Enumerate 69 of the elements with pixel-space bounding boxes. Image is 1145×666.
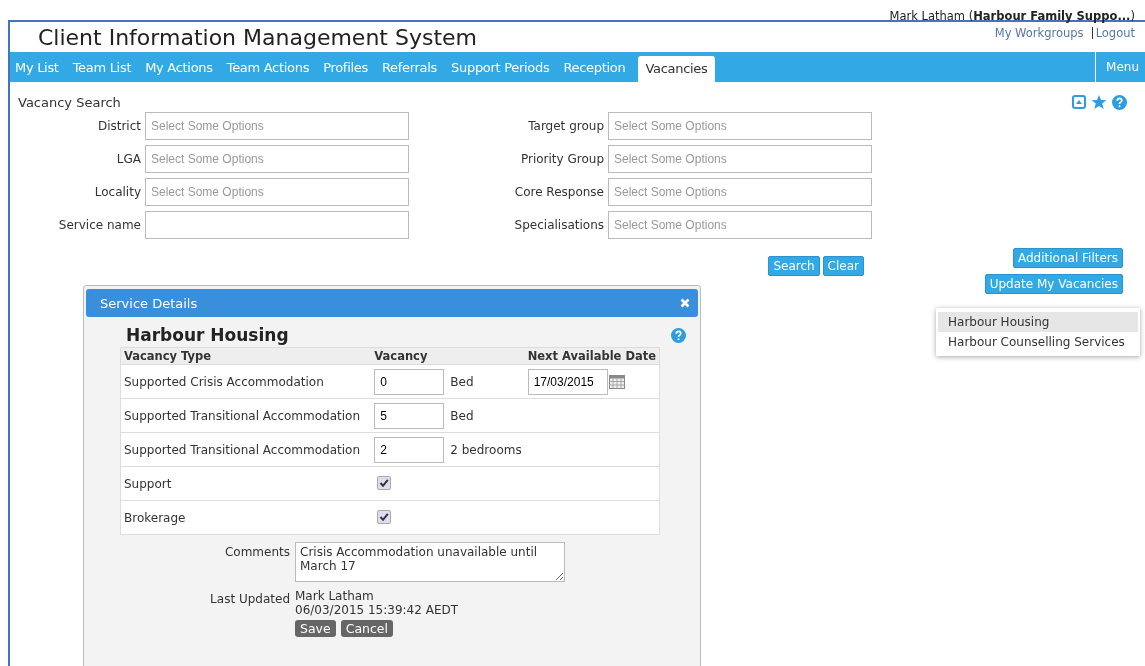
select-field[interactable]: Select Some Options [608, 112, 872, 140]
checkbox[interactable] [377, 476, 392, 490]
dropdown-item[interactable]: Harbour Counselling Services [938, 332, 1138, 352]
updated-by: Mark Latham [295, 589, 375, 603]
column-header: Vacancy [371, 347, 525, 365]
search-field[interactable] [145, 211, 409, 239]
vacancy-input[interactable]: 5 [374, 402, 445, 429]
vacancy-input[interactable]: 2 [374, 436, 445, 463]
unit-label: Bed [450, 408, 474, 423]
calendar-icon[interactable] [608, 374, 625, 389]
search-field[interactable]: Select Some Options [145, 178, 409, 206]
close-icon[interactable] [680, 298, 690, 308]
star-icon[interactable] [1091, 94, 1107, 110]
comments-field[interactable]: Crisis Accommodation unavailable until March 17 [295, 542, 565, 582]
field-label: Priority Group [519, 152, 604, 166]
column-header: Next Available Date [524, 347, 660, 365]
vacancy-type: Supported Transitional Accommodation [124, 442, 360, 457]
unit-label: 2 bedrooms [450, 442, 522, 457]
search-field[interactable]: Select Some Options [145, 112, 409, 140]
vacancy-type: Supported Crisis Accommodation [124, 374, 324, 389]
updated-time: 06/03/2015 15:39:42 AEDT [295, 603, 459, 617]
field-label: Locality [93, 185, 141, 199]
collapse-icon[interactable] [1072, 95, 1086, 109]
last-updated-label: Last Updated [209, 591, 290, 608]
nav-tab[interactable]: Referrals [374, 52, 445, 82]
header-link[interactable]: Logout [1095, 26, 1135, 40]
nav-tab[interactable]: Profiles [316, 52, 375, 82]
unit-label: Bed [450, 374, 474, 389]
nav-tab[interactable]: Team Actions [219, 52, 317, 82]
vacancy-input[interactable]: 0 [374, 368, 445, 395]
help-icon[interactable] [1112, 94, 1127, 110]
column-header: Vacancy Type [120, 347, 372, 365]
filter-button[interactable]: Additional Filters [1012, 248, 1123, 268]
dialog-title: Service Details [100, 295, 198, 311]
header-link[interactable]: My Workgroups [994, 26, 1084, 40]
vacancy-type: Supported Transitional Accommodation [124, 408, 360, 423]
vacancy-type: Support [124, 476, 172, 491]
app-title: Client Information Management System [38, 25, 477, 52]
search-button[interactable]: Clear [822, 256, 864, 276]
section-title: Vacancy Search [18, 94, 121, 110]
user-info: Mark Latham (Harbour Family Suppo...) [889, 9, 1135, 23]
select-field[interactable]: Select Some Options [608, 145, 872, 173]
field-label: Specialisations [513, 218, 604, 232]
nav-tab[interactable]: Support Periods [444, 52, 557, 82]
nav-tab[interactable]: Team List [65, 52, 139, 82]
filter-button[interactable]: Update My Vacancies [984, 274, 1123, 294]
nav-tab[interactable]: Vacancies [638, 56, 715, 82]
help-icon[interactable] [671, 327, 686, 343]
nav-tab[interactable]: My Actions [138, 52, 220, 82]
dropdown-item[interactable]: Harbour Housing [938, 312, 1138, 332]
checkbox[interactable] [377, 510, 392, 524]
field-label: LGA [115, 152, 141, 166]
date-field[interactable]: 17/03/2015 [527, 368, 608, 395]
comments-label: Comments [223, 544, 290, 561]
field-label: Target group [527, 119, 604, 133]
dialog-button[interactable]: Cancel [340, 620, 394, 637]
field-label: Core Response [513, 185, 604, 199]
menu-button[interactable]: Menu [1095, 52, 1145, 82]
select-field[interactable]: Select Some Options [608, 211, 872, 239]
nav-tab[interactable]: My List [10, 52, 66, 82]
field-label: Service name [57, 218, 141, 232]
search-field[interactable]: Select Some Options [145, 145, 409, 173]
vacancy-type: Brokerage [124, 510, 186, 525]
field-label: District [96, 119, 141, 133]
select-field[interactable]: Select Some Options [608, 178, 872, 206]
search-button[interactable]: Search [768, 256, 820, 276]
service-name: Harbour Housing [126, 325, 289, 345]
nav-tab[interactable]: Reception [556, 52, 633, 82]
dialog-button[interactable]: Save [295, 620, 336, 637]
